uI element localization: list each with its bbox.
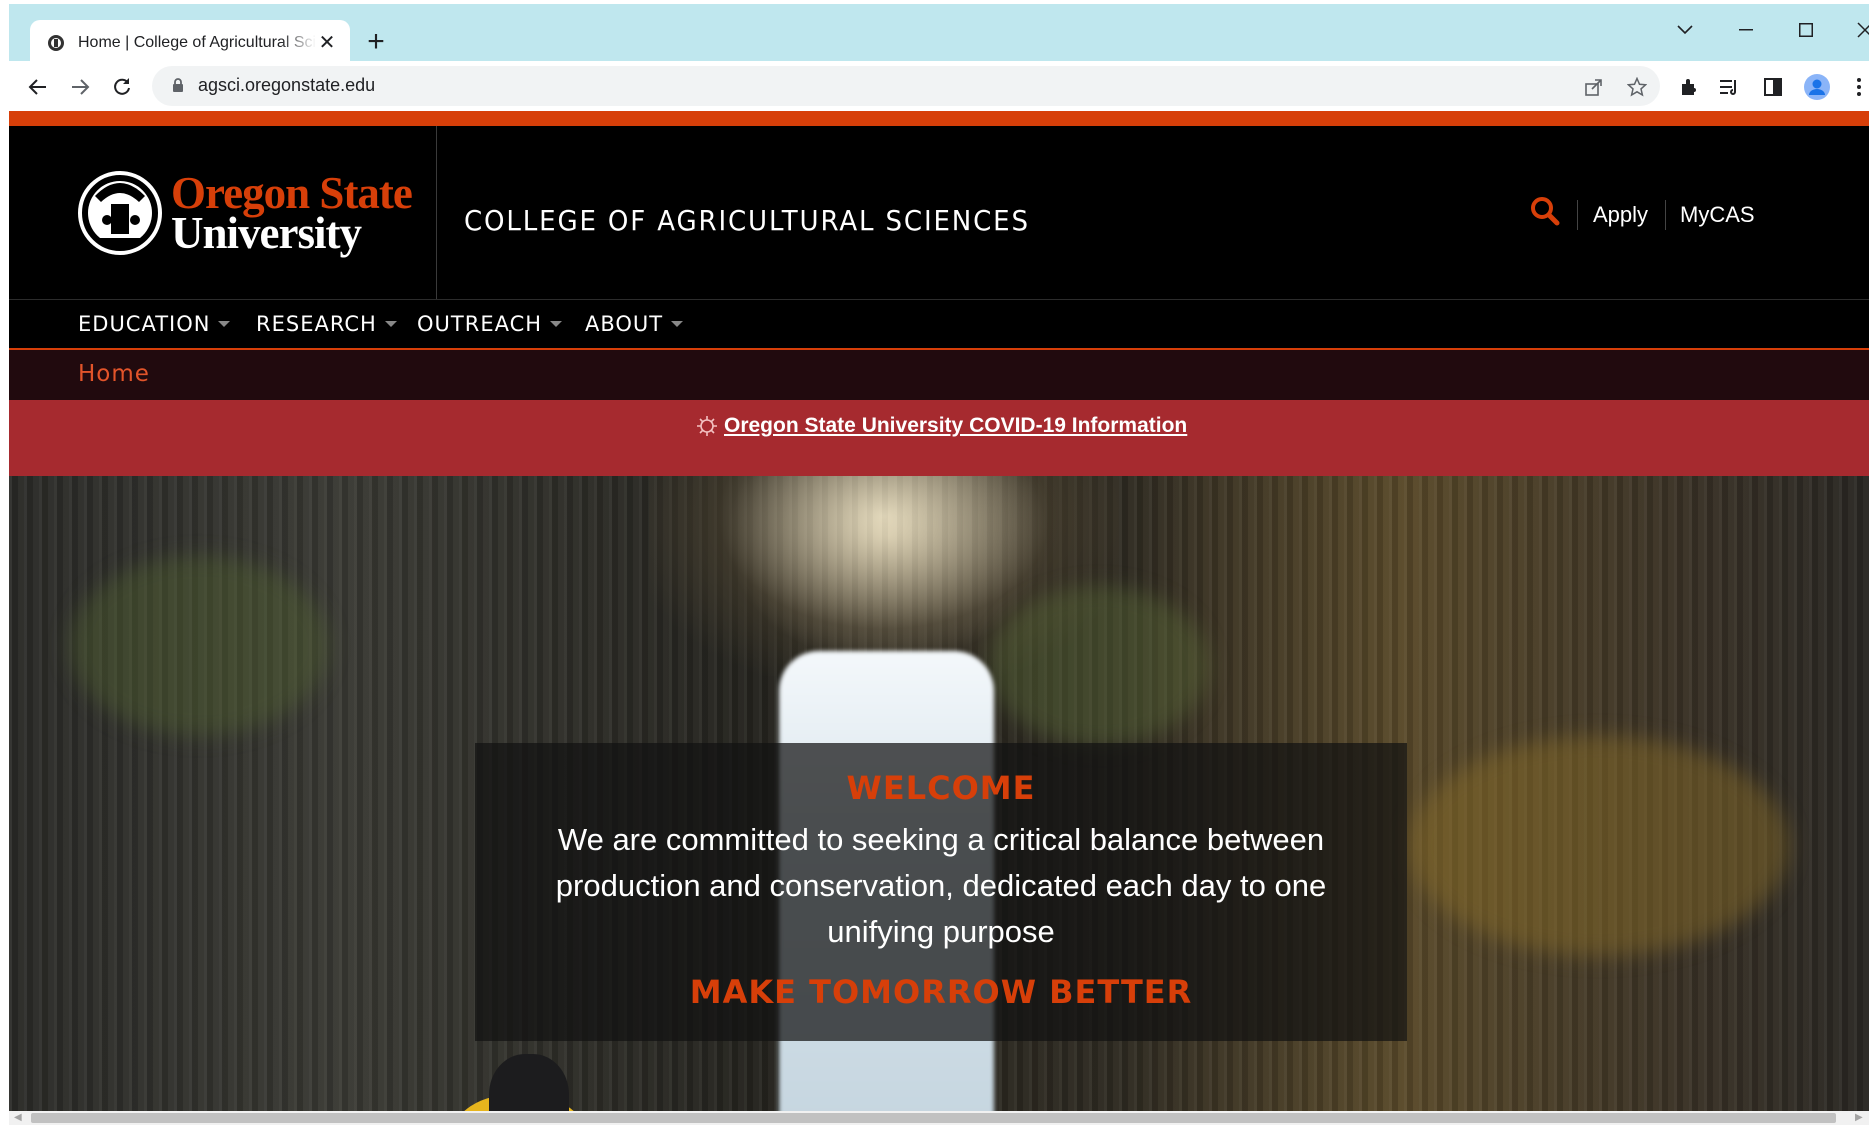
profile-icon[interactable] bbox=[1804, 74, 1830, 100]
side-panel-icon[interactable] bbox=[1760, 74, 1786, 100]
star-icon[interactable] bbox=[1625, 75, 1649, 99]
mycas-link[interactable]: MyCAS bbox=[1680, 202, 1755, 228]
nav-item-about[interactable]: ABOUT bbox=[585, 312, 684, 336]
college-name-link[interactable]: COLLEGE OF AGRICULTURAL SCIENCES bbox=[464, 204, 1030, 237]
horizontal-scrollbar[interactable]: ◀ ▶ bbox=[9, 1111, 1869, 1125]
reload-icon[interactable] bbox=[108, 73, 136, 101]
minimize-icon[interactable] bbox=[1726, 16, 1766, 44]
tab-close-icon[interactable]: ✕ bbox=[316, 32, 338, 54]
nav-item-label: EDUCATION bbox=[78, 312, 211, 336]
nav-item-outreach[interactable]: OUTREACH bbox=[417, 312, 563, 336]
caret-down-icon bbox=[671, 321, 684, 327]
reading-list-icon[interactable] bbox=[1717, 74, 1743, 100]
utility-separator bbox=[1577, 200, 1578, 230]
utility-separator bbox=[1665, 200, 1666, 230]
virus-icon bbox=[697, 416, 717, 436]
new-tab-button[interactable]: + bbox=[361, 27, 391, 58]
tab-title: Home | College of Agricultural Sciences bbox=[78, 33, 316, 51]
osu-logo-link[interactable]: Oregon State University bbox=[77, 158, 422, 268]
covid-info-link[interactable]: Oregon State University COVID-19 Informa… bbox=[696, 414, 1187, 438]
main-nav: EDUCATION RESEARCH OUTREACH ABOUT bbox=[9, 299, 1869, 350]
site-header: Oregon State University COLLEGE OF AGRIC… bbox=[9, 126, 1869, 299]
covid-alert-banner: Oregon State University COVID-19 Informa… bbox=[9, 400, 1869, 476]
scrollbar-thumb[interactable] bbox=[31, 1113, 1836, 1123]
osu-seal-icon bbox=[78, 171, 162, 255]
browser-tab-strip: Home | College of Agricultural Sciences … bbox=[0, 0, 1869, 65]
search-icon[interactable] bbox=[1530, 196, 1564, 230]
web-page: Oregon State University COLLEGE OF AGRIC… bbox=[9, 111, 1869, 1111]
extensions-icon[interactable] bbox=[1676, 74, 1702, 100]
lock-icon[interactable] bbox=[172, 78, 184, 98]
address-bar[interactable]: agsci.oregonstate.edu bbox=[152, 66, 1660, 106]
breadcrumb: Home bbox=[9, 350, 1869, 400]
back-arrow-icon[interactable] bbox=[24, 73, 52, 101]
browser-toolbar: agsci.oregonstate.edu bbox=[0, 61, 1869, 111]
maximize-icon[interactable] bbox=[1786, 16, 1826, 44]
nav-item-research[interactable]: RESEARCH bbox=[256, 312, 397, 336]
caret-down-icon bbox=[384, 321, 397, 327]
browser-tab-active[interactable]: Home | College of Agricultural Sciences … bbox=[30, 20, 350, 65]
nav-item-label: RESEARCH bbox=[256, 312, 377, 336]
menu-icon[interactable] bbox=[1846, 74, 1869, 100]
brand-strip bbox=[9, 111, 1869, 126]
nav-item-label: ABOUT bbox=[585, 312, 664, 336]
breadcrumb-home[interactable]: Home bbox=[78, 361, 150, 387]
nav-item-label: OUTREACH bbox=[417, 312, 543, 336]
logo-text-oregon-state: Oregon State bbox=[171, 167, 413, 218]
scroll-left-icon[interactable]: ◀ bbox=[14, 1112, 22, 1123]
covid-link-text: Oregon State University COVID-19 Informa… bbox=[724, 414, 1188, 437]
header-divider bbox=[436, 126, 437, 299]
logo-text-university: University bbox=[171, 208, 362, 258]
url-text[interactable]: agsci.oregonstate.edu bbox=[198, 75, 375, 96]
share-icon[interactable] bbox=[1582, 75, 1606, 99]
nav-item-education[interactable]: EDUCATION bbox=[78, 312, 231, 336]
apply-link[interactable]: Apply bbox=[1593, 202, 1648, 228]
osu-favicon-icon bbox=[46, 33, 66, 53]
close-icon[interactable] bbox=[1845, 16, 1869, 44]
caret-down-icon bbox=[550, 321, 563, 327]
tab-search-icon[interactable] bbox=[1665, 16, 1705, 44]
scroll-right-icon[interactable]: ▶ bbox=[1855, 1112, 1863, 1123]
caret-down-icon bbox=[218, 321, 231, 327]
forward-arrow-icon[interactable] bbox=[66, 73, 94, 101]
